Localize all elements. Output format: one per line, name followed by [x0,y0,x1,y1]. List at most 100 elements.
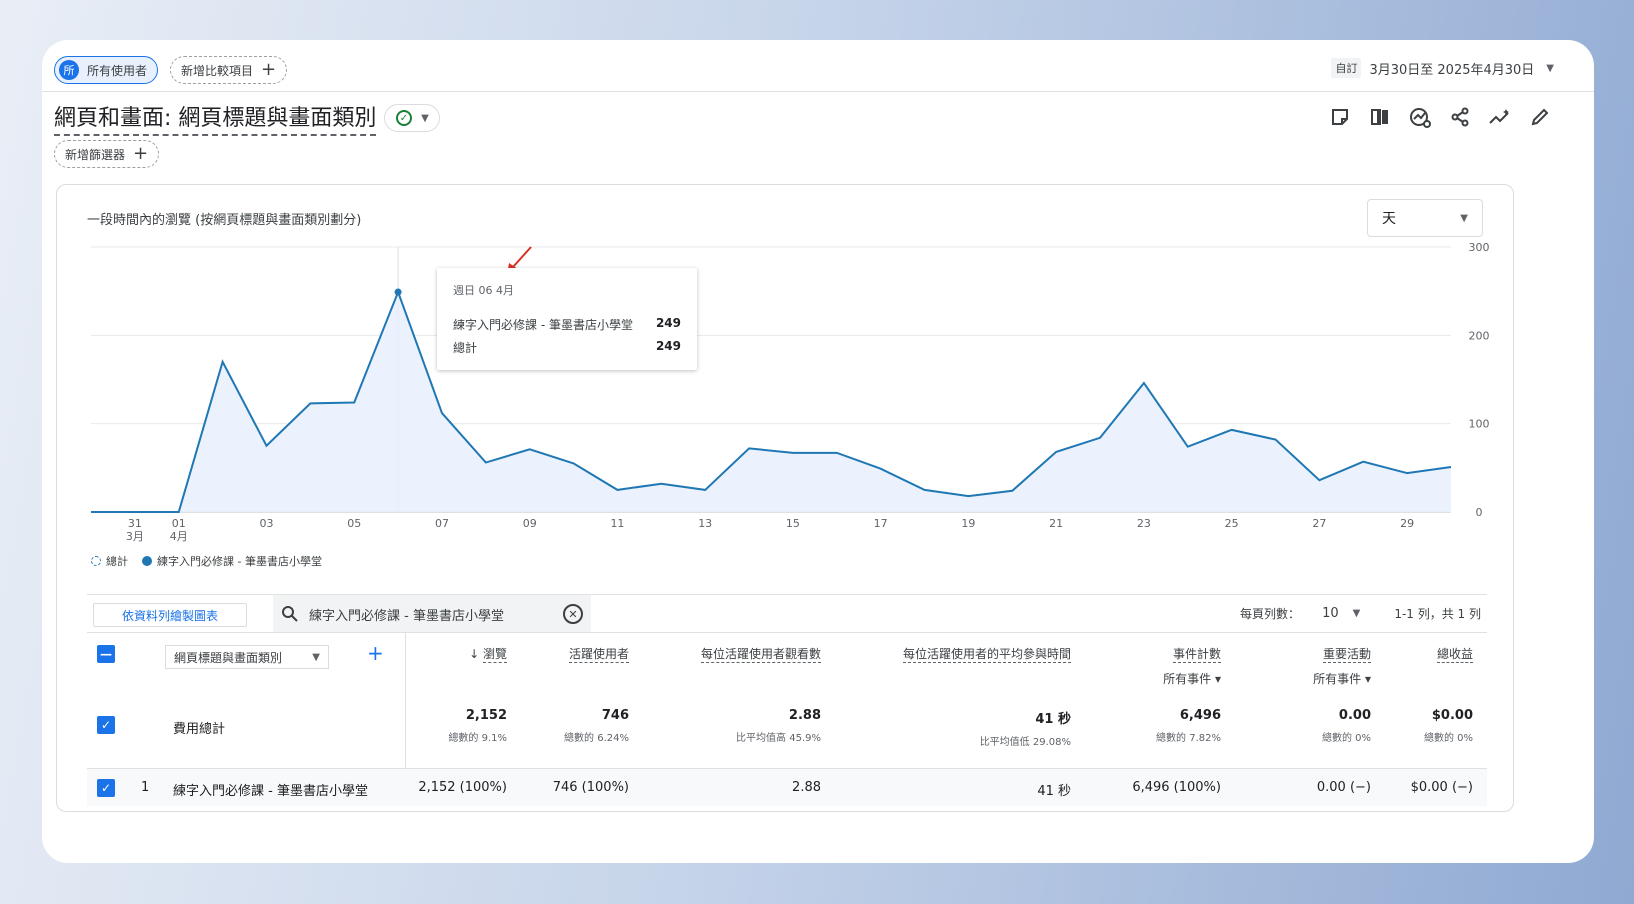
total-views-per-user: 2.88 比平均值高 45.9% [736,708,821,744]
chart-legend: 總計 練字入門必修課 - 筆墨書店小學堂 [91,553,322,569]
legend-series-marker[interactable] [142,556,152,566]
header-active-users[interactable]: 活躍使用者 [568,645,629,663]
highlight-point [394,288,402,296]
dimension-label: 網頁標題與畫面類別 [174,650,283,665]
plot-rows-button[interactable]: 依資料列繪製圖表 [93,603,247,627]
tooltip-series-row: 練字入門必修課 - 筆墨書店小學堂 249 [453,316,681,333]
legend-series-label: 練字入門必修課 - 筆墨書店小學堂 [157,555,322,568]
audience-label: 所有使用者 [87,63,148,78]
y-tick-label: 0 [1476,506,1483,519]
compare-button[interactable] [1360,102,1400,132]
share-button[interactable] [1440,102,1480,132]
title-row: 網頁和畫面: 網頁標題與畫面類別 ✓ ▼ [54,100,441,136]
x-tick-label: 01 [172,517,186,530]
dimension-select[interactable]: 網頁標題與畫面類別 ▼ [165,645,329,669]
header-revenue[interactable]: 總收益 [1436,645,1473,663]
tooltip-total-row: 總計 249 [453,339,681,356]
x-tick-label: 17 [874,517,888,530]
x-tick-label: 25 [1225,517,1239,530]
rows-per-page-select[interactable]: 10 [1322,606,1339,621]
tooltip-total-label: 總計 [453,341,478,355]
header-avg-engagement[interactable]: 每位活躍使用者的平均參與時間 [902,645,1071,663]
edit-button[interactable] [1520,102,1560,132]
header-views-per-user[interactable]: 每位活躍使用者觀看數 [700,645,821,663]
total-active-users: 746 總數的 6.24% [564,708,629,744]
x-tick-label: 05 [347,517,361,530]
y-tick-label: 300 [1469,241,1490,254]
total-avg-engagement: 41 秒比平均值低 29.08% [979,712,1071,748]
caret-down-icon: ▼ [421,112,429,124]
row-checkbox[interactable]: ✓ [97,779,115,797]
row-revenue: $0.00 (−) [1410,780,1473,795]
header-event-count[interactable]: 事件計數 所有事件 ▾ [1163,645,1221,687]
date-range-picker[interactable]: 自訂 3月30日至 2025年4月30日 ▼ [1331,58,1554,78]
x-tick-label: 03 [259,517,273,530]
table-header: — 網頁標題與畫面類別 ▼ + ↓ 瀏覽 活躍使用者 每位活躍使用者觀看數 每位… [87,632,1487,704]
line-chart[interactable]: 0 100 200 300 31 01 03 05 07 09 11 13 15 17 19 21 23 25 27… [57,185,1515,545]
annotation-button[interactable] [1320,102,1360,132]
audience-chip[interactable]: 所 所有使用者 [54,56,159,84]
row-index: 1 [141,780,150,795]
total-views: 2,152 總數的 9.1% [448,708,507,744]
row-key-events: 0.00 (−) [1316,780,1371,795]
add-filter-label: 新增篩選器 [65,147,126,162]
add-dimension-button[interactable]: + [367,643,384,663]
event-count-filter[interactable]: 所有事件 ▾ [1163,670,1221,687]
row-views: 2,152 (100%) [418,780,507,795]
columns-icon [1371,109,1388,125]
x-tick-label: 21 [1049,517,1063,530]
key-events-filter[interactable]: 所有事件 ▾ [1313,670,1371,687]
x-tick-label: 11 [610,517,624,530]
tooltip-date: 週日 06 4月 [453,284,514,297]
header-key-events[interactable]: 重要活動 所有事件 ▾ [1313,645,1371,687]
tooltip-series-label: 練字入門必修課 - 筆墨書店小學堂 [453,318,633,332]
plus-icon: + [261,59,277,80]
totals-label: 費用總計 [173,722,226,737]
clear-search-icon[interactable]: ✕ [563,604,583,624]
top-bar: 所 所有使用者 新增比較項目 + 自訂 3月30日至 2025年4月30日 ▼ [42,40,1594,92]
add-comparison-label: 新增比較項目 [181,63,254,78]
plus-icon: + [133,143,149,164]
trend-sparkle-button[interactable] [1480,102,1520,132]
report-toolbar [1320,102,1560,132]
sort-down-arrow-icon: ↓ [469,647,483,661]
pencil-icon [1531,108,1549,126]
date-range-text: 3月30日至 2025年4月30日 [1369,62,1535,78]
total-revenue: $0.00 總數的 0% [1423,708,1473,744]
trend-sparkle-icon [1489,109,1509,124]
table-toolbar: 依資料列繪製圖表 練字入門必修課 - 筆墨書店小學堂 ✕ 每頁列數： 10 ▼ … [87,594,1487,633]
x-tick-label: 29 [1400,517,1414,530]
insights-button[interactable] [1400,102,1440,132]
tooltip-total-value: 249 [655,339,681,353]
page-title[interactable]: 網頁和畫面: 網頁標題與畫面類別 [54,100,377,136]
x-month-label: 3月 [126,530,144,543]
table-row[interactable]: ✓ 1 練字入門必修課 - 筆墨書店小學堂 2,152 (100%) 746 (… [87,768,1487,806]
check-circle-icon: ✓ [395,110,412,126]
analytics-window: 所 所有使用者 新增比較項目 + 自訂 3月30日至 2025年4月30日 ▼ … [42,40,1594,863]
pagination-text: 1-1 列，共 1 列 [1394,607,1481,621]
table-search[interactable]: 練字入門必修課 - 筆墨書店小學堂 ✕ [273,595,591,633]
add-filter-button[interactable]: 新增篩選器 + [54,140,160,168]
add-comparison-button[interactable]: 新增比較項目 + [170,56,288,84]
row-views-per-user: 2.88 [792,780,821,795]
y-tick-label: 100 [1469,418,1490,431]
rows-per-page-label: 每頁列數： [1240,607,1301,621]
search-icon [282,606,298,622]
select-all-checkbox[interactable]: — [97,645,115,663]
report-status-dropdown[interactable]: ✓ ▼ [384,104,441,132]
rows-per-page: 每頁列數： 10 ▼ 1-1 列，共 1 列 [1240,605,1481,622]
row-avg-engagement: 41 秒 [1037,784,1071,799]
custom-range-tag: 自訂 [1331,58,1362,78]
totals-row: ✓ 費用總計 2,152 總數的 9.1% 746 總數的 6.24% 2.88 比平… [87,704,1487,768]
legend-total-label: 總計 [106,555,128,568]
insights-icon [1410,108,1431,128]
x-tick-label: 13 [698,517,712,530]
legend-total-marker[interactable] [91,556,101,566]
row-label[interactable]: 練字入門必修課 - 筆墨書店小學堂 [173,780,368,799]
x-tick-label: 19 [961,517,975,530]
total-key-events: 0.00 總數的 0% [1321,708,1371,744]
header-views[interactable]: ↓ 瀏覽 [469,645,507,663]
totals-checkbox[interactable]: ✓ [97,716,115,734]
caret-down-icon[interactable]: ▼ [1353,608,1361,619]
search-input[interactable]: 練字入門必修課 - 筆墨書店小學堂 [309,605,563,624]
